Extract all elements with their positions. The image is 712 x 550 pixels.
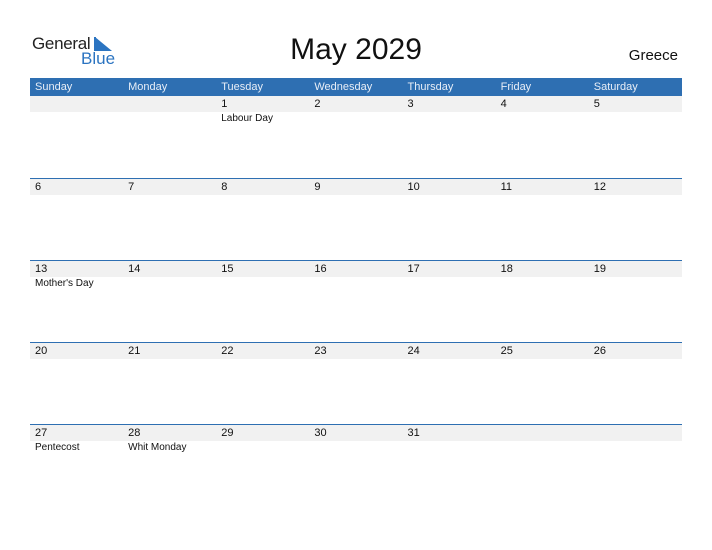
day-number: 24 bbox=[407, 345, 420, 357]
weekday-thursday: Thursday bbox=[407, 81, 454, 93]
day-cell bbox=[123, 96, 216, 126]
day-number: 29 bbox=[221, 427, 234, 439]
day-cell: 6 bbox=[30, 179, 123, 195]
day-number: 30 bbox=[314, 427, 327, 439]
holiday-label: Labour Day bbox=[221, 113, 273, 124]
day-cell: 21 bbox=[123, 343, 216, 359]
day-number bbox=[128, 96, 216, 112]
day-number: 20 bbox=[35, 345, 48, 357]
day-number: 16 bbox=[314, 263, 327, 275]
day-cell: 12 bbox=[589, 179, 682, 195]
day-cell bbox=[589, 425, 682, 455]
day-cell: 16 bbox=[309, 261, 402, 291]
day-number: 23 bbox=[314, 345, 327, 357]
day-cell: 30 bbox=[309, 425, 402, 455]
week-row: 27 Pentecost 28 Whit Monday 29 30 31 bbox=[30, 424, 682, 506]
day-number: 27 bbox=[35, 427, 48, 439]
day-cell: 18 bbox=[496, 261, 589, 291]
weekday-tuesday: Tuesday bbox=[221, 81, 264, 93]
day-number: 14 bbox=[128, 263, 141, 275]
day-number: 15 bbox=[221, 263, 234, 275]
day-number: 7 bbox=[128, 181, 135, 193]
holiday-label: Whit Monday bbox=[128, 442, 187, 453]
day-cell: 5 bbox=[589, 96, 682, 126]
weekday-header: Sunday Monday Tuesday Wednesday Thursday… bbox=[30, 78, 682, 96]
day-cell: 22 bbox=[216, 343, 309, 359]
day-number: 6 bbox=[35, 181, 42, 193]
day-number: 9 bbox=[314, 181, 321, 193]
day-number: 12 bbox=[593, 181, 606, 193]
holiday-label: Mother's Day bbox=[35, 278, 94, 289]
day-number: 8 bbox=[221, 181, 228, 193]
day-number: 11 bbox=[500, 181, 513, 193]
day-number bbox=[594, 425, 682, 441]
day-cell bbox=[30, 96, 123, 126]
week-row: 6 7 8 9 10 11 12 bbox=[30, 178, 682, 260]
day-cell: 7 bbox=[123, 179, 216, 195]
day-number bbox=[501, 425, 589, 441]
day-number: 22 bbox=[221, 345, 234, 357]
day-cell: 24 bbox=[403, 343, 496, 359]
day-cell: 28 Whit Monday bbox=[123, 425, 216, 455]
day-cell: 10 bbox=[403, 179, 496, 195]
day-number: 5 bbox=[593, 98, 600, 110]
weekday-saturday: Saturday bbox=[593, 81, 638, 93]
country-label: Greece bbox=[628, 47, 678, 64]
calendar-grid: Sunday Monday Tuesday Wednesday Thursday… bbox=[30, 78, 682, 506]
day-cell: 31 bbox=[403, 425, 496, 455]
day-cell: 13 Mother's Day bbox=[30, 261, 123, 291]
day-cell: 27 Pentecost bbox=[30, 425, 123, 455]
day-cell: 20 bbox=[30, 343, 123, 359]
day-cell: 15 bbox=[216, 261, 309, 291]
page-title: May 2029 bbox=[290, 33, 422, 66]
day-number: 2 bbox=[314, 98, 321, 110]
day-cell: 8 bbox=[216, 179, 309, 195]
holiday-label: Pentecost bbox=[35, 442, 80, 453]
weekday-wednesday: Wednesday bbox=[314, 81, 373, 93]
day-number: 18 bbox=[500, 263, 513, 275]
day-number: 4 bbox=[500, 98, 507, 110]
day-number: 13 bbox=[35, 263, 48, 275]
day-cell: 26 bbox=[589, 343, 682, 359]
day-cell: 11 bbox=[496, 179, 589, 195]
weekday-friday: Friday bbox=[500, 81, 532, 93]
day-cell: 9 bbox=[309, 179, 402, 195]
day-cell: 25 bbox=[496, 343, 589, 359]
day-number bbox=[35, 96, 123, 112]
day-number: 25 bbox=[500, 345, 513, 357]
day-cell: 2 bbox=[309, 96, 402, 126]
week-row: 20 21 22 23 24 25 26 bbox=[30, 342, 682, 424]
day-number: 17 bbox=[407, 263, 420, 275]
day-cell: 1 Labour Day bbox=[216, 96, 309, 126]
week-row: 1 Labour Day 2 3 4 5 bbox=[30, 96, 682, 178]
weekday-sunday: Sunday bbox=[35, 81, 73, 93]
week-row: 13 Mother's Day 14 15 16 17 18 19 bbox=[30, 260, 682, 342]
day-cell: 23 bbox=[309, 343, 402, 359]
day-cell: 19 bbox=[589, 261, 682, 291]
day-cell: 14 bbox=[123, 261, 216, 291]
day-number: 21 bbox=[128, 345, 141, 357]
day-cell: 4 bbox=[496, 96, 589, 126]
day-number: 26 bbox=[593, 345, 606, 357]
day-number: 28 bbox=[128, 427, 141, 439]
day-cell bbox=[496, 425, 589, 455]
day-number: 3 bbox=[407, 98, 414, 110]
day-number: 31 bbox=[407, 427, 420, 439]
weekday-monday: Monday bbox=[128, 81, 168, 93]
day-number: 1 bbox=[221, 98, 228, 110]
day-number: 10 bbox=[407, 181, 420, 193]
day-cell: 29 bbox=[216, 425, 309, 455]
day-number: 19 bbox=[593, 263, 606, 275]
day-cell: 3 bbox=[403, 96, 496, 126]
day-cell: 17 bbox=[403, 261, 496, 291]
